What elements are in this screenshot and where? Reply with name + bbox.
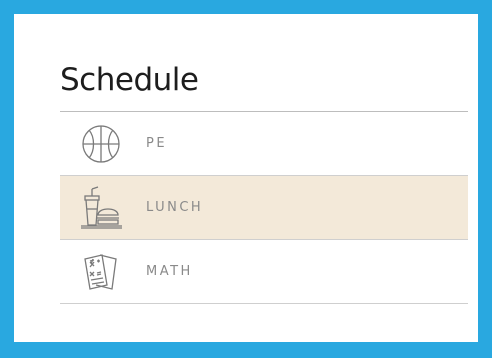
schedule-item-label: MATH: [146, 264, 193, 279]
schedule-item-math[interactable]: MATH: [60, 240, 468, 304]
schedule-list: PE LUNCH MATH: [60, 111, 468, 304]
lunch-tray-icon: [78, 185, 124, 231]
page-title: Schedule: [60, 62, 199, 98]
schedule-item-lunch[interactable]: LUNCH: [60, 176, 468, 240]
schedule-item-label: PE: [146, 136, 168, 151]
schedule-card: Schedule PE LUNCH MATH: [14, 14, 478, 342]
basketball-icon: [78, 121, 124, 167]
math-worksheet-icon: [78, 249, 124, 295]
schedule-item-pe[interactable]: PE: [60, 112, 468, 176]
schedule-item-label: LUNCH: [146, 200, 204, 215]
